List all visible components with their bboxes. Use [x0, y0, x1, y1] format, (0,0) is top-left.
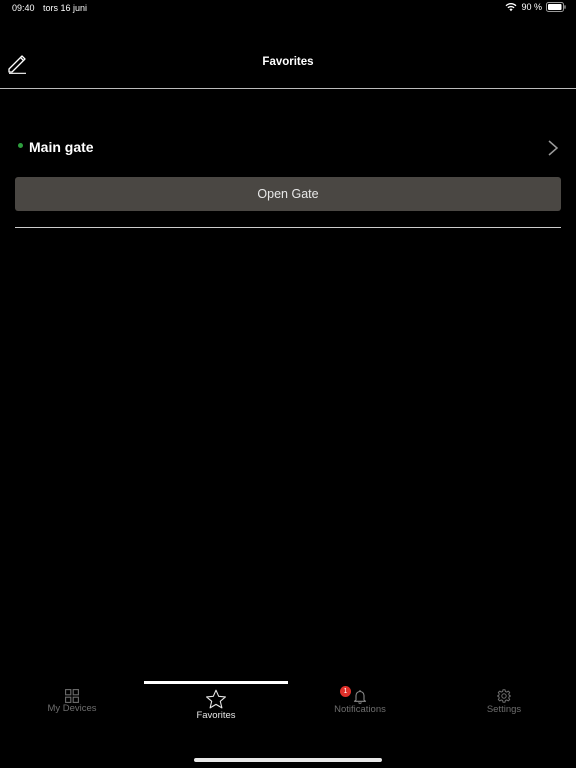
wifi-icon — [506, 3, 517, 12]
tab-label: Favorites — [196, 710, 236, 721]
tab-notifications[interactable]: 1 Notifications — [288, 686, 432, 726]
device-name: Main gate — [29, 139, 94, 155]
battery-icon — [546, 2, 566, 12]
open-gate-button[interactable]: Open Gate — [15, 177, 561, 211]
card-divider — [15, 227, 561, 228]
device-row-main-gate[interactable]: Main gate — [15, 132, 561, 164]
battery-percent: 90 % — [521, 2, 542, 12]
status-indicators: 90 % — [505, 2, 566, 12]
tab-label: Notifications — [334, 704, 386, 715]
bell-icon — [353, 690, 367, 704]
star-icon — [206, 689, 226, 709]
status-bar: 09:40 tors 16 juni 90 % — [0, 0, 576, 16]
active-tab-indicator — [144, 681, 288, 684]
grid-icon — [65, 689, 79, 703]
header: Favorites — [0, 40, 576, 88]
chevron-right-icon[interactable] — [547, 139, 559, 157]
home-indicator[interactable] — [194, 758, 382, 762]
page-title: Favorites — [262, 56, 314, 68]
tab-my-devices[interactable]: My Devices — [0, 686, 144, 726]
tab-settings[interactable]: Settings — [432, 686, 576, 726]
header-divider — [0, 88, 576, 89]
online-status-dot — [18, 143, 23, 148]
status-time: 09:40 — [12, 3, 35, 13]
tab-label: Settings — [486, 704, 522, 715]
gear-icon — [497, 689, 511, 703]
tab-label: My Devices — [47, 703, 97, 714]
status-date: tors 16 juni — [43, 3, 88, 13]
notification-badge: 1 — [340, 686, 351, 697]
tab-favorites[interactable]: Favorites — [144, 686, 288, 726]
